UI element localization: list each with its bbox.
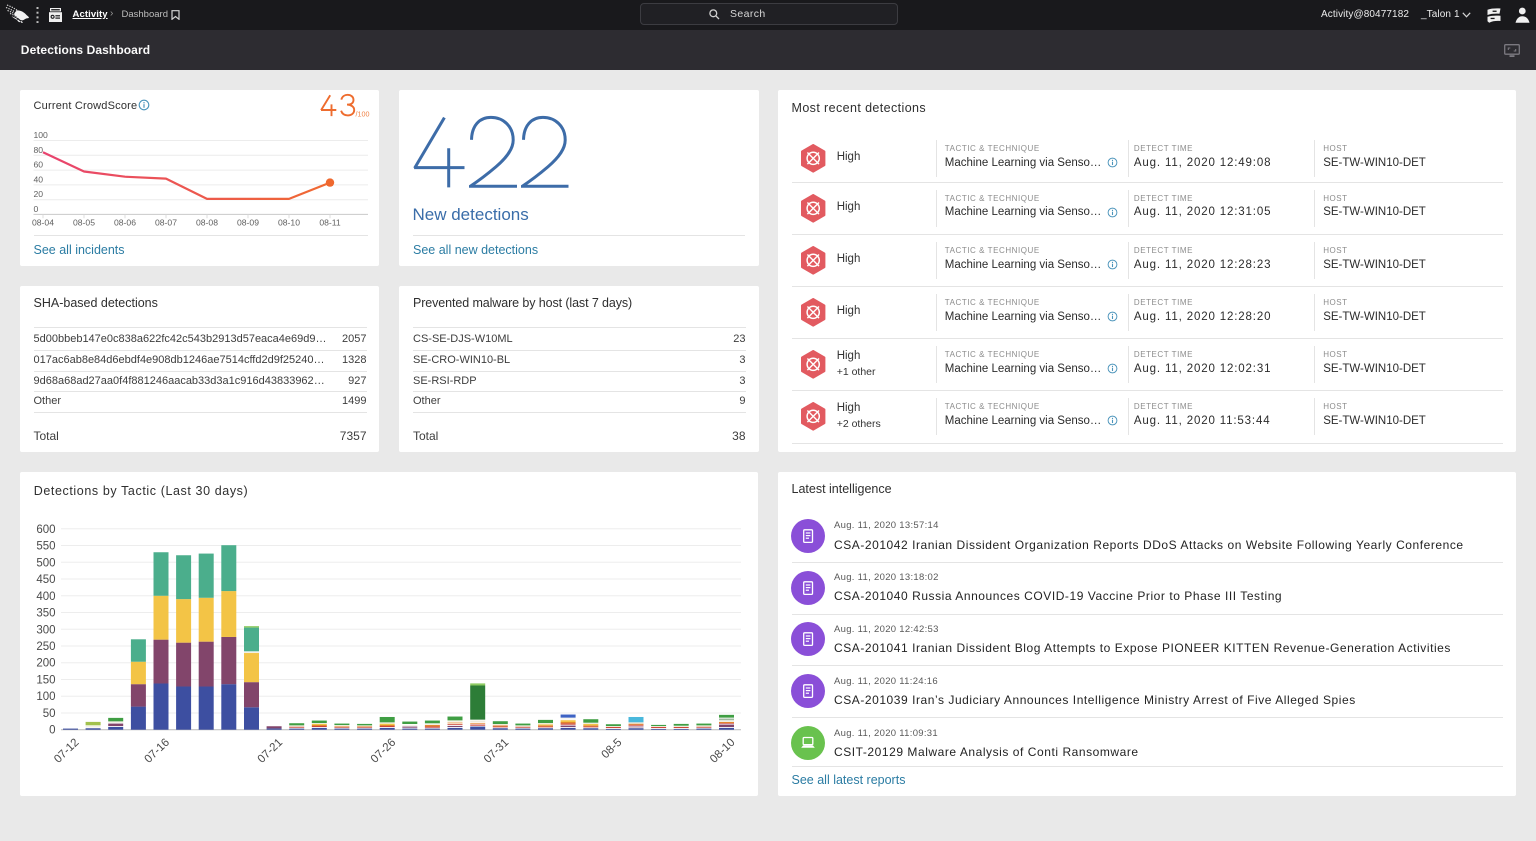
svg-text:250: 250 <box>36 641 55 653</box>
svg-text:350: 350 <box>36 607 55 619</box>
svg-text:08-10: 08-10 <box>708 736 738 765</box>
svg-text:300: 300 <box>36 624 55 636</box>
svg-text:08-11: 08-11 <box>319 218 341 228</box>
svg-text:08-08: 08-08 <box>196 218 218 228</box>
svg-text:50: 50 <box>43 708 56 720</box>
svg-text:100: 100 <box>34 130 49 140</box>
svg-text:400: 400 <box>36 590 55 602</box>
svg-text:0: 0 <box>34 204 39 214</box>
svg-text:600: 600 <box>36 523 55 535</box>
svg-text:08-05: 08-05 <box>73 218 95 228</box>
svg-text:08-10: 08-10 <box>278 218 300 228</box>
svg-text:08-09: 08-09 <box>237 218 259 228</box>
svg-text:40: 40 <box>34 174 44 184</box>
svg-text:100: 100 <box>36 691 55 703</box>
svg-text:08-06: 08-06 <box>114 218 136 228</box>
svg-text:550: 550 <box>36 540 55 552</box>
svg-text:08-04: 08-04 <box>32 218 54 228</box>
svg-text:07-31: 07-31 <box>482 736 512 765</box>
svg-text:08-5: 08-5 <box>600 736 625 761</box>
svg-text:07-16: 07-16 <box>143 736 173 765</box>
svg-text:80: 80 <box>34 145 44 155</box>
svg-text:0: 0 <box>49 724 55 736</box>
svg-text:200: 200 <box>36 657 55 669</box>
svg-text:500: 500 <box>36 557 55 569</box>
svg-text:150: 150 <box>36 674 55 686</box>
svg-text:07-21: 07-21 <box>256 736 286 765</box>
svg-text:08-07: 08-07 <box>155 218 177 228</box>
svg-text:60: 60 <box>34 160 44 170</box>
svg-text:07-26: 07-26 <box>369 736 399 765</box>
svg-text:07-12: 07-12 <box>52 736 82 765</box>
svg-text:/100: /100 <box>356 110 370 119</box>
svg-text:20: 20 <box>34 189 44 199</box>
svg-text:450: 450 <box>36 574 55 586</box>
